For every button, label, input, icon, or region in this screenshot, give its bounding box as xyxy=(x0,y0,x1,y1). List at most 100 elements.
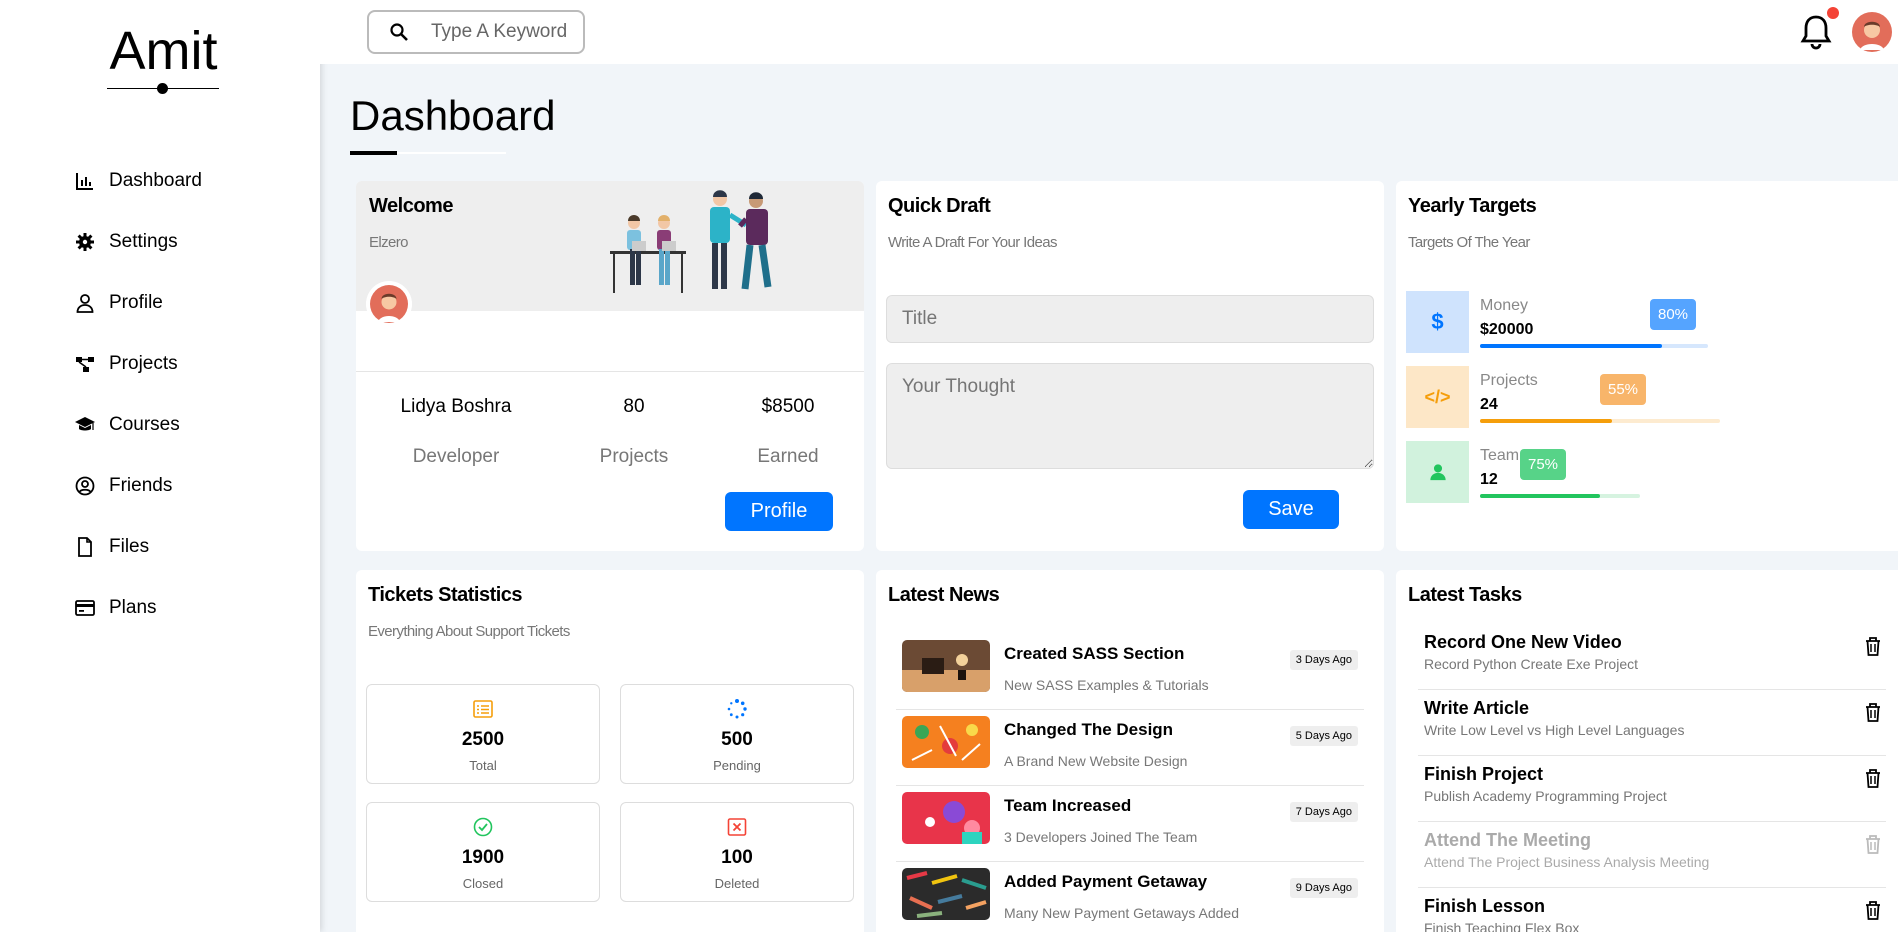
trash-icon[interactable] xyxy=(1864,900,1882,920)
news-date-badge: 3 Days Ago xyxy=(1289,650,1358,670)
sidebar-item-courses[interactable]: Courses xyxy=(75,394,202,455)
news-headline: Team Increased xyxy=(1004,796,1132,815)
ticket-label: Deleted xyxy=(714,876,760,891)
notification-badge xyxy=(1827,7,1839,19)
ticket-label: Closed xyxy=(462,876,504,891)
draft-title-input[interactable] xyxy=(886,295,1374,343)
quick-draft-card: Quick Draft Write A Draft For Your Ideas… xyxy=(876,181,1384,551)
task-description: Attend The Project Business Analysis Mee… xyxy=(1424,854,1710,870)
news-item[interactable]: Created SASS Section New SASS Examples &… xyxy=(896,634,1364,710)
news-thumbnail xyxy=(902,868,990,920)
news-headline: Added Payment Getaway xyxy=(1004,872,1208,891)
target-progress-track xyxy=(1480,419,1720,423)
ticket-label: Total xyxy=(469,758,497,773)
latest-news-card: Latest News Created SASS Section New SAS… xyxy=(876,570,1384,932)
news-headline: Created SASS Section xyxy=(1004,644,1185,663)
welcome-card: Welcome Elzero Lidya Boshra Developer 80… xyxy=(356,181,864,551)
ticket-pending-box: 500 Pending xyxy=(620,684,854,784)
welcome-name-column: Lidya Boshra Developer xyxy=(356,396,556,468)
sidebar-item-plans[interactable]: Plans xyxy=(75,577,202,638)
targets-subtitle: Targets Of The Year xyxy=(1408,234,1530,251)
sidebar-item-label: Dashboard xyxy=(109,169,202,191)
user-name: Lidya Boshra xyxy=(400,396,512,417)
target-name: Money xyxy=(1480,297,1529,314)
sidebar-item-label: Projects xyxy=(109,352,178,374)
target-name: Team xyxy=(1480,447,1520,464)
welcome-earned-column: $8500 Earned xyxy=(712,396,864,468)
target-progress-fill xyxy=(1480,419,1612,423)
sidebar-item-label: Settings xyxy=(109,230,178,252)
check-circle-icon xyxy=(473,817,493,837)
sidebar-nav: Dashboard Settings Profile Projects Cour… xyxy=(75,150,202,638)
profile-button[interactable]: Profile xyxy=(725,492,833,531)
ticket-label: Pending xyxy=(713,758,761,773)
trash-icon[interactable] xyxy=(1864,702,1882,722)
task-item-done: Attend The Meeting Attend The Project Bu… xyxy=(1418,822,1886,888)
target-team: Team 12 75% xyxy=(1406,441,1826,503)
sidebar-item-projects[interactable]: Projects xyxy=(75,333,202,394)
search-input[interactable] xyxy=(431,21,571,43)
projects-label: Projects xyxy=(599,446,669,467)
task-title: Record One New Video xyxy=(1424,632,1622,652)
news-thumbnail xyxy=(902,640,990,692)
avatar[interactable] xyxy=(1852,12,1892,52)
top-bar xyxy=(320,0,1898,64)
task-title: Attend The Meeting xyxy=(1424,830,1591,850)
latest-tasks-card: Latest Tasks Record One New Video Record… xyxy=(1396,570,1898,932)
yearly-targets-card: Yearly Targets Targets Of The Year $ Mon… xyxy=(1396,181,1898,551)
news-item[interactable]: Changed The Design A Brand New Website D… xyxy=(896,710,1364,786)
news-title: Latest News xyxy=(888,584,1000,606)
brand-logo: Amit xyxy=(109,21,218,81)
title-underline-accent xyxy=(350,151,397,155)
target-progress-track xyxy=(1480,494,1640,498)
file-icon xyxy=(78,536,92,557)
sidebar-item-label: Friends xyxy=(109,474,173,496)
news-description: A Brand New Website Design xyxy=(1004,753,1188,769)
sidebar-item-files[interactable]: Files xyxy=(75,516,202,577)
sidebar-item-friends[interactable]: Friends xyxy=(75,455,202,516)
ticket-count: 1900 xyxy=(461,847,505,868)
sidebar-item-settings[interactable]: Settings xyxy=(75,211,202,272)
welcome-stats: Lidya Boshra Developer 80 Projects $8500… xyxy=(356,371,864,468)
target-percent-badge: 75% xyxy=(1520,449,1567,480)
credit-card-icon xyxy=(75,599,95,616)
trash-icon[interactable] xyxy=(1864,636,1882,656)
welcome-projects-column: 80 Projects xyxy=(556,396,712,468)
sidebar-item-dashboard[interactable]: Dashboard xyxy=(75,150,202,211)
news-description: New SASS Examples & Tutorials xyxy=(1004,677,1209,693)
tasks-title: Latest Tasks xyxy=(1408,584,1522,606)
task-description: Finish Teaching Flex Box xyxy=(1424,920,1580,932)
task-item: Record One New Video Record Python Creat… xyxy=(1418,624,1886,690)
task-description: Write Low Level vs High Level Languages xyxy=(1424,722,1685,738)
brand-dot xyxy=(157,83,168,94)
news-item[interactable]: Team Increased 3 Developers Joined The T… xyxy=(896,786,1364,862)
search-box[interactable] xyxy=(367,10,585,54)
task-item: Finish Project Publish Academy Programmi… xyxy=(1418,756,1886,822)
target-value: 12 xyxy=(1480,471,1498,488)
earned-amount: $8500 xyxy=(761,396,815,417)
news-headline: Changed The Design xyxy=(1004,720,1174,739)
news-item[interactable]: Added Payment Getaway Many New Payment G… xyxy=(896,862,1364,932)
task-item: Write Article Write Low Level vs High Le… xyxy=(1418,690,1886,756)
list-icon xyxy=(473,700,493,718)
sidebar-item-profile[interactable]: Profile xyxy=(75,272,202,333)
target-value: $20000 xyxy=(1480,321,1534,338)
ticket-count: 100 xyxy=(721,847,753,868)
sidebar-item-label: Plans xyxy=(109,596,157,618)
sidebar-item-label: Courses xyxy=(109,413,180,435)
welcome-header: Welcome Elzero xyxy=(356,181,864,327)
user-icon xyxy=(76,293,94,313)
user-role: Developer xyxy=(412,446,500,467)
target-money: $ Money $20000 80% xyxy=(1406,291,1826,353)
tickets-title: Tickets Statistics xyxy=(368,584,523,606)
trash-icon[interactable] xyxy=(1864,834,1882,854)
draft-thought-textarea[interactable] xyxy=(886,363,1374,469)
user-icon xyxy=(1406,441,1469,503)
trash-icon[interactable] xyxy=(1864,768,1882,788)
team-illustration xyxy=(610,190,772,293)
sidebar-item-label: Profile xyxy=(109,291,163,313)
save-button[interactable]: Save xyxy=(1243,490,1339,529)
tickets-subtitle: Everything About Support Tickets xyxy=(368,623,570,640)
user-circle-icon xyxy=(75,476,95,495)
sidebar: Amit Dashboard Settings Profile Projects… xyxy=(0,0,320,932)
